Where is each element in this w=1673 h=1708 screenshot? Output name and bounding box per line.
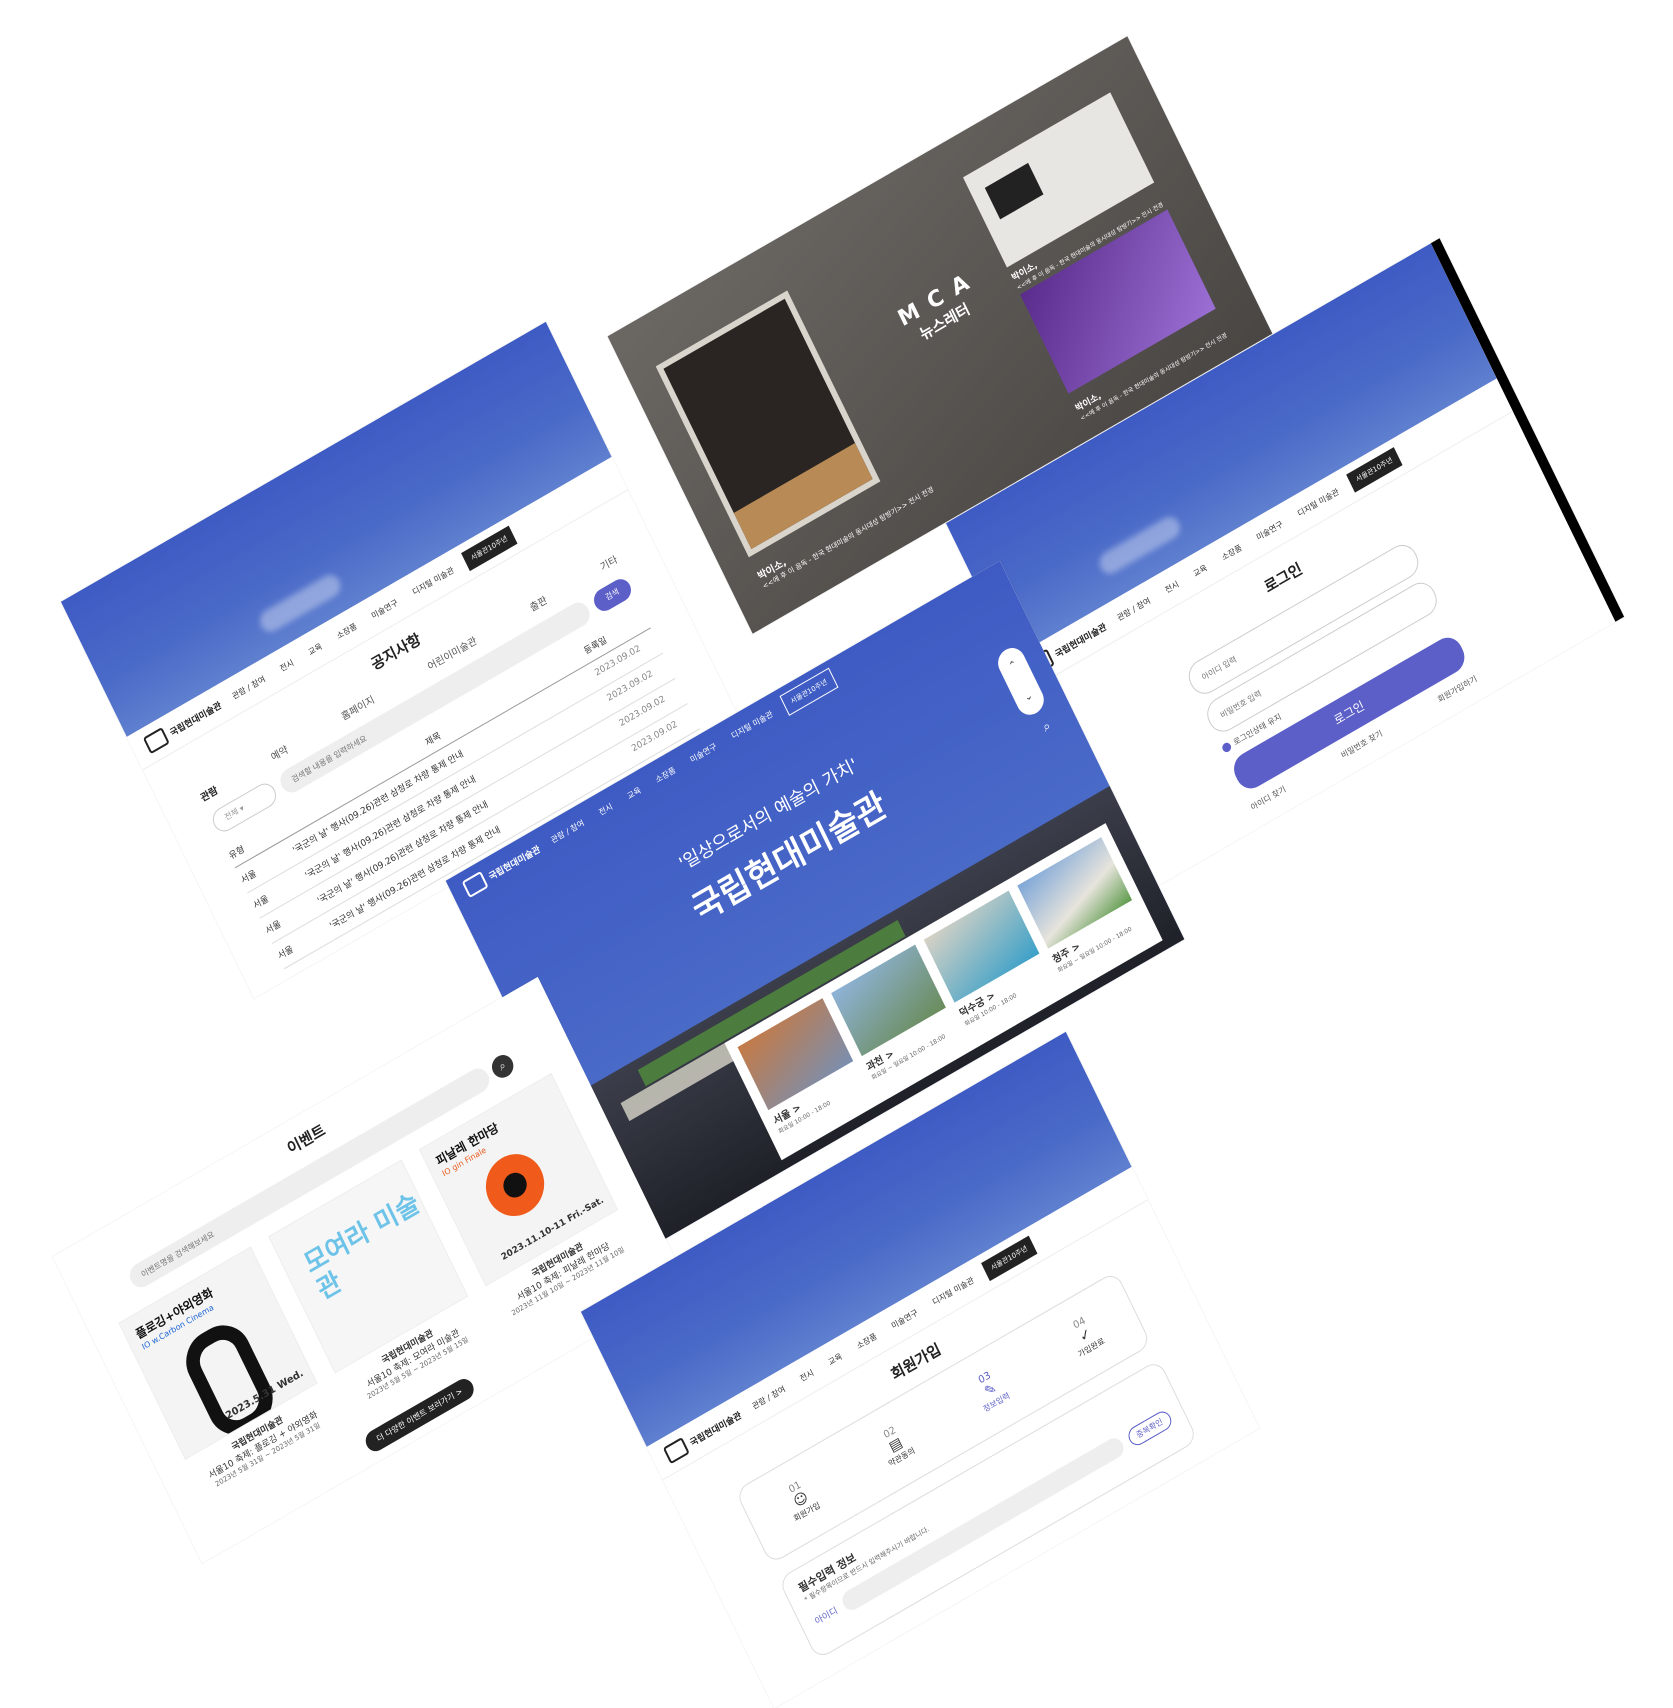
mmca-logo-icon: [662, 1437, 690, 1465]
nav-item-education[interactable]: 교육: [306, 640, 324, 657]
step-item: 01 ☺ 회원가입: [780, 1475, 822, 1524]
nav-item-visit[interactable]: 관람 / 참여: [230, 673, 267, 702]
nav-item-digital[interactable]: 디지털 미술관: [1295, 486, 1340, 519]
mmca-logo-icon: [461, 870, 489, 899]
nav-item-visit[interactable]: 관람 / 참여: [750, 1383, 787, 1412]
search-button[interactable]: 검색: [590, 575, 635, 615]
nav-item-research[interactable]: 미술연구: [369, 597, 399, 622]
nav-item-research[interactable]: 미술연구: [889, 1307, 919, 1332]
nav-item-education[interactable]: 교육: [625, 784, 643, 801]
tab-homepage[interactable]: 홈페이지: [338, 691, 377, 723]
mmca-logo-icon: [142, 727, 170, 755]
nav-item-collection[interactable]: 소장품: [335, 620, 359, 641]
nav-item-exhibition[interactable]: 전시: [597, 801, 615, 818]
chevron-up-icon[interactable]: ⌃: [1007, 659, 1019, 673]
nav-item-collection[interactable]: 소장품: [653, 764, 677, 785]
nav-item-research[interactable]: 미술연구: [1254, 518, 1284, 543]
tab-reservation[interactable]: 예약: [268, 741, 291, 764]
nav-item-collection[interactable]: 소장품: [855, 1330, 879, 1351]
nav-item-exhibition[interactable]: 전시: [1163, 578, 1181, 595]
nav-item-visit[interactable]: 관람 / 참여: [549, 817, 586, 846]
eye-graphic: [475, 1143, 554, 1228]
search-icon[interactable]: ⌕: [488, 1050, 518, 1082]
step-item: 02 ▤ 약관동의: [875, 1421, 917, 1470]
nav-item-research[interactable]: 미술연구: [688, 740, 718, 765]
nav-item-exhibition[interactable]: 전시: [798, 1367, 816, 1384]
nav-item-visit[interactable]: 관람 / 참여: [1115, 595, 1152, 624]
chevron-down-icon[interactable]: ⌄: [1023, 690, 1035, 704]
find-id-link[interactable]: 아이디 찾기: [1249, 784, 1288, 814]
nav-item-education[interactable]: 교육: [826, 1350, 844, 1367]
step-item-active: 03 ✎ 정보입력: [970, 1366, 1012, 1415]
nav-item-digital[interactable]: 디지털 미술관: [930, 1274, 975, 1307]
nav-item-exhibition[interactable]: 전시: [278, 657, 296, 674]
tab-visit[interactable]: 관람: [197, 782, 220, 804]
checkbox-checked-icon: [1220, 741, 1233, 754]
nav-item-digital[interactable]: 디지털 미술관: [729, 708, 774, 741]
tab-etc[interactable]: 기타: [597, 551, 620, 573]
nav-item-education[interactable]: 교육: [1191, 562, 1209, 579]
nav-item-collection[interactable]: 소장품: [1220, 542, 1244, 563]
nav-item-digital[interactable]: 디지털 미술관: [410, 564, 455, 597]
tab-publication[interactable]: 출판: [527, 591, 550, 614]
step-item: 04 ✓ 가입완료: [1064, 1311, 1107, 1360]
